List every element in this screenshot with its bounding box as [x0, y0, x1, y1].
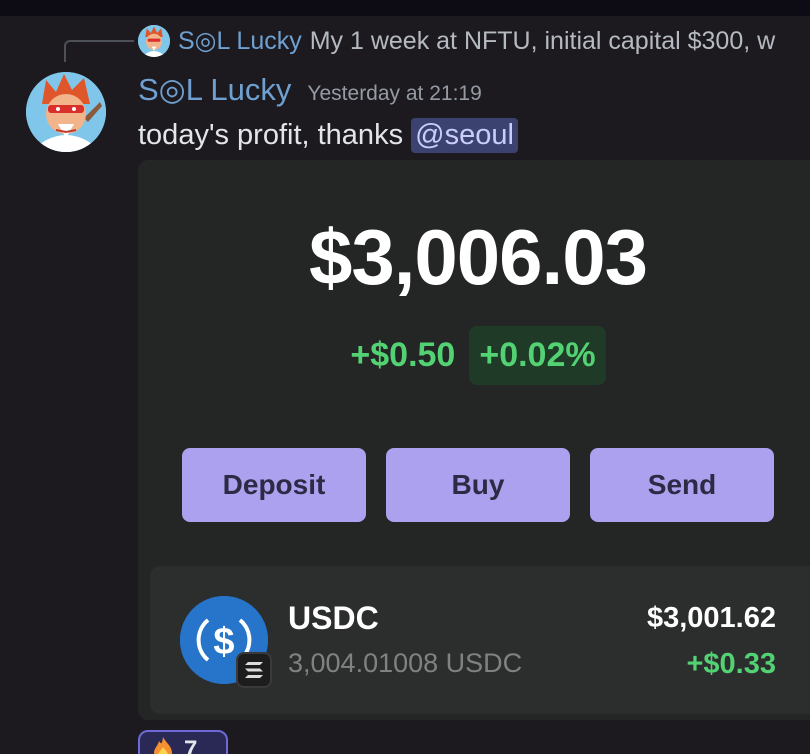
user-mention[interactable]: @seoul	[411, 117, 518, 153]
reply-avatar[interactable]	[138, 25, 170, 57]
asset-row-usdc: $ USDC 3,004.01008 USDC $3,001.62 +$0.33	[150, 566, 810, 714]
change-amount: +$0.50	[350, 336, 456, 374]
reply-spine	[64, 40, 134, 62]
reply-text[interactable]: My 1 week at NFTU, initial capital $300,…	[310, 27, 775, 56]
avatar[interactable]	[26, 72, 106, 152]
reaction-count: 7	[184, 736, 198, 754]
message-text: today's profit, thanks	[138, 118, 412, 151]
message-header: S◎L Lucky Yesterday at 21:19	[138, 72, 482, 112]
balance-change: +$0.50 +0.02%	[138, 326, 810, 385]
wallet-balance: $3,006.03	[308, 213, 648, 301]
send-button: Send	[590, 448, 774, 522]
reply-reference[interactable]: S◎L Lucky My 1 week at NFTU, initial cap…	[138, 24, 810, 58]
solana-icon	[236, 652, 272, 688]
asset-value: $3,001.62	[646, 602, 776, 634]
asset-amount: 3,004.01008 USDC	[288, 648, 523, 678]
fire-icon	[152, 736, 174, 754]
change-percent-badge: +0.02%	[469, 326, 606, 385]
buy-button: Buy	[386, 448, 570, 522]
asset-name: USDC	[288, 600, 379, 636]
wallet-actions: Deposit Buy Send	[182, 448, 774, 522]
asset-change: +$0.33	[686, 648, 776, 680]
reaction-fire[interactable]: 7	[138, 730, 228, 754]
attachment-image[interactable]: $3,006.03 +$0.50 +0.02% Deposit Buy Send…	[138, 160, 810, 720]
top-bar	[0, 0, 810, 16]
author-name[interactable]: S◎L Lucky	[138, 72, 291, 108]
message-content: today's profit, thanks @seoul	[138, 114, 518, 156]
svg-text:$: $	[213, 621, 234, 663]
message-timestamp[interactable]: Yesterday at 21:19	[307, 82, 481, 106]
reply-author[interactable]: S◎L Lucky	[178, 26, 302, 56]
deposit-button: Deposit	[182, 448, 366, 522]
